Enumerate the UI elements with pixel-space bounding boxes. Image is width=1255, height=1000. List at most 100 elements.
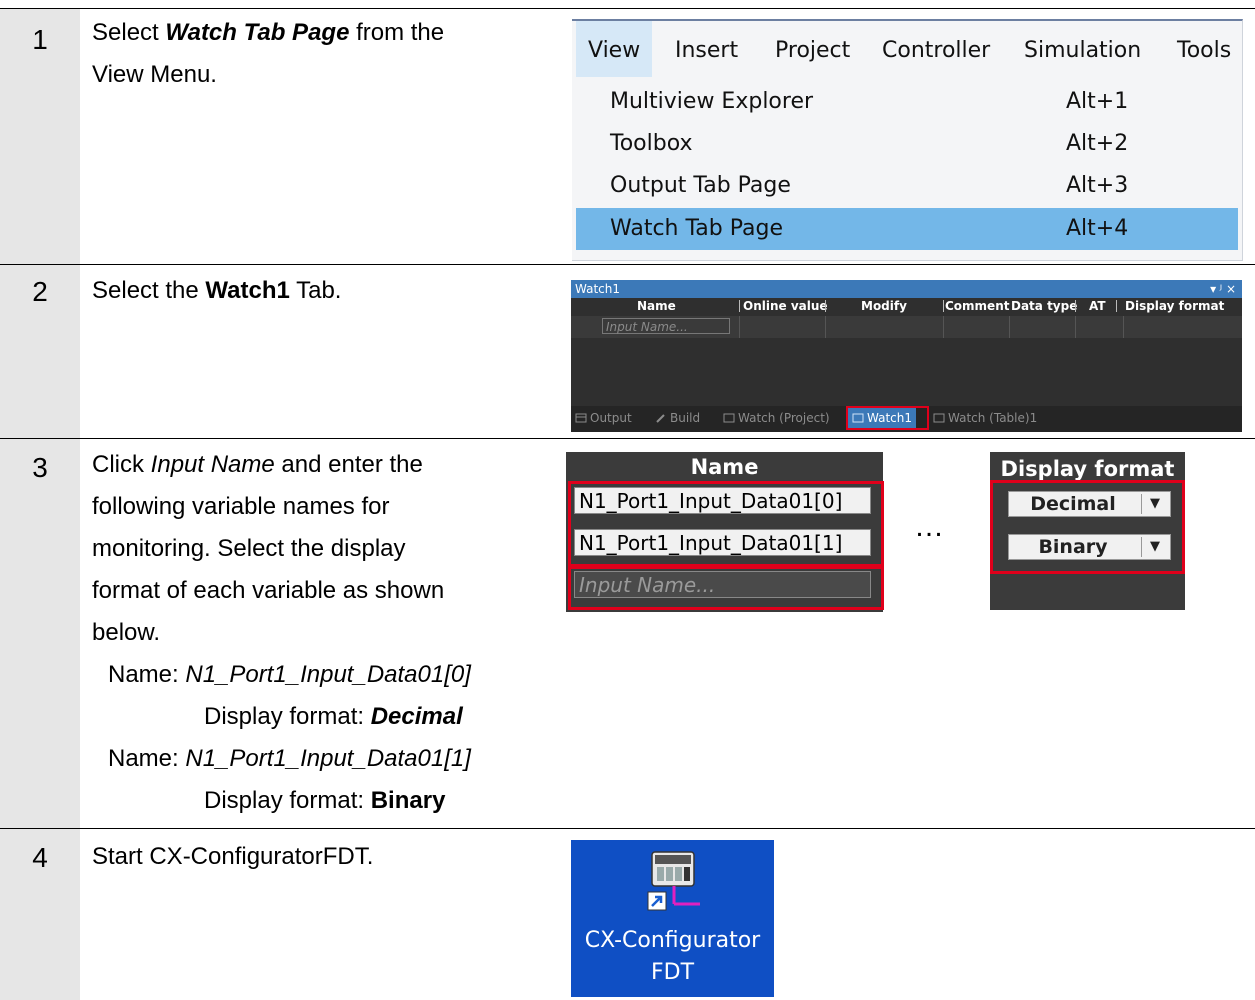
step-number-1: 1	[32, 24, 48, 55]
column-header-modify[interactable]: Modify	[861, 298, 907, 314]
rule-2	[0, 438, 1255, 439]
cx-configurator-fdt-shortcut[interactable]: CX-Configurator FDT	[571, 840, 774, 997]
step-number-3: 3	[32, 452, 48, 483]
column-header-display-format[interactable]: Display format	[1125, 298, 1224, 314]
step-3-instruction: Click Input Name and enter the following…	[92, 444, 471, 822]
var1-name-label: Name:	[108, 661, 186, 688]
step-3-input-name-ref: Input Name	[150, 451, 275, 478]
watch-panel-title: Watch1	[575, 282, 620, 296]
column-header-comment[interactable]: Comment	[945, 298, 1009, 314]
step-3-text-b: and enter the	[274, 451, 423, 478]
var2-name: N1_Port1_Input_Data01[1]	[185, 745, 471, 772]
cell-separator	[1009, 316, 1010, 338]
menu-item-shortcut: Alt+3	[1066, 173, 1129, 198]
step-2-text-b: Tab.	[289, 277, 342, 304]
menu-item-shortcut: Alt+4	[1066, 216, 1129, 241]
column-header-name[interactable]: Name	[637, 298, 676, 314]
watch-icon	[933, 413, 945, 423]
highlight-box-watch1	[846, 406, 929, 430]
step-number-4: 4	[32, 842, 48, 873]
rule-1	[0, 264, 1255, 265]
column-header-at[interactable]: AT	[1089, 298, 1106, 314]
app-icon-label-1: CX-Configurator	[584, 928, 761, 953]
column-separator	[1116, 300, 1117, 312]
step-2-tab-ref: Watch1	[205, 277, 290, 304]
tab-label: Build	[670, 411, 701, 425]
menu-item-label: Watch Tab Page	[610, 216, 783, 241]
column-header-online-value[interactable]: Online value	[743, 298, 828, 314]
watch-name-input[interactable]: Input Name...	[602, 318, 730, 334]
menubar-insert[interactable]: Insert	[675, 21, 738, 77]
menu-item-shortcut: Alt+1	[1066, 89, 1129, 114]
cx-configurator-fdt-icon	[647, 851, 700, 911]
menubar-project[interactable]: Project	[775, 21, 850, 77]
highlight-box-formats	[990, 480, 1185, 574]
step-3-line3: monitoring. Select the display	[92, 535, 406, 562]
menu-item-multiview-explorer[interactable]: Multiview Explorer Alt+1	[576, 81, 1238, 123]
panel-controls-icon[interactable]: ▾ ᴶ ×	[1210, 280, 1236, 298]
step-1-text-b: from the	[349, 19, 445, 46]
column-separator	[825, 300, 826, 312]
column-separator	[1075, 300, 1076, 312]
column-header-data-type[interactable]: Data type	[1011, 298, 1077, 314]
tab-output[interactable]: Output	[575, 408, 632, 428]
menu-item-output-tab-page[interactable]: Output Tab Page Alt+3	[576, 165, 1238, 207]
tab-label: Watch (Project)	[738, 411, 830, 425]
cell-separator	[1075, 316, 1076, 338]
column-separator	[739, 300, 740, 312]
var1-format-label: Display format:	[204, 703, 371, 730]
name-column-header: Name	[690, 455, 759, 479]
menubar: View Insert Project Controller Simulatio…	[572, 21, 1242, 77]
highlight-box-input-name	[568, 566, 884, 610]
view-menu-screenshot: View Insert Project Controller Simulatio…	[572, 19, 1243, 261]
step-1-text-a: Select	[92, 19, 166, 46]
step-1-menu-item-ref: Watch Tab Page	[165, 19, 350, 46]
watch-panel-screenshot: Watch1 ▾ ᴶ × Name Online value Modify Co…	[571, 280, 1242, 432]
cell-separator	[1123, 316, 1124, 338]
var2-name-label: Name:	[108, 745, 186, 772]
var2-format-label: Display format:	[204, 787, 371, 814]
step-1-text-c: View Menu.	[92, 61, 217, 88]
var2-format: Binary	[370, 787, 446, 814]
cell-separator	[825, 316, 826, 338]
menu-item-watch-tab-page[interactable]: Watch Tab Page Alt+4	[576, 208, 1238, 250]
output-icon	[575, 413, 587, 423]
tab-build[interactable]: Build	[655, 408, 700, 428]
step-4-instruction: Start CX-ConfiguratorFDT.	[92, 843, 374, 870]
step-3-line2: following variable names for	[92, 493, 390, 520]
watch-panel-titlebar: Watch1 ▾ ᴶ ×	[571, 280, 1242, 298]
step-3-line4: format of each variable as shown	[92, 577, 445, 604]
menu-item-label: Multiview Explorer	[610, 89, 814, 114]
cell-separator	[943, 316, 944, 338]
menubar-controller[interactable]: Controller	[882, 21, 990, 77]
step-2-instruction: Select the Watch1 Tab.	[92, 270, 341, 312]
ellipsis: …	[914, 510, 947, 543]
watch-icon	[723, 413, 735, 423]
menu-item-shortcut: Alt+2	[1066, 131, 1129, 156]
step-number-2: 2	[32, 276, 48, 307]
build-icon	[656, 414, 665, 423]
tab-label: Output	[590, 411, 632, 425]
step-2-text-a: Select the	[92, 277, 206, 304]
rule-top	[0, 8, 1255, 9]
menubar-view[interactable]: View	[576, 21, 653, 77]
menu-item-toolbox[interactable]: Toolbox Alt+2	[576, 123, 1238, 165]
cell-separator	[739, 316, 740, 338]
column-separator	[943, 300, 944, 312]
highlight-box-names	[568, 481, 884, 567]
var1-format: Decimal	[370, 703, 463, 730]
step-1-instruction: Select Watch Tab Page from the View Menu…	[92, 12, 444, 96]
menubar-tools[interactable]: Tools	[1177, 21, 1231, 77]
tab-watch-table1[interactable]: Watch (Table)1	[933, 408, 1037, 428]
rule-3	[0, 828, 1255, 829]
menubar-simulation[interactable]: Simulation	[1024, 21, 1141, 77]
step-3-text-a: Click	[92, 451, 151, 478]
step-number-cell-3	[0, 439, 80, 828]
step-3-line5: below.	[92, 619, 161, 646]
tab-label: Watch (Table)1	[948, 411, 1038, 425]
app-icon-label-2: FDT	[650, 960, 695, 985]
menu-item-label: Toolbox	[610, 131, 693, 156]
var1-name: N1_Port1_Input_Data01[0]	[185, 661, 471, 688]
menu-item-label: Output Tab Page	[610, 173, 791, 198]
tab-watch-project[interactable]: Watch (Project)	[723, 408, 830, 428]
